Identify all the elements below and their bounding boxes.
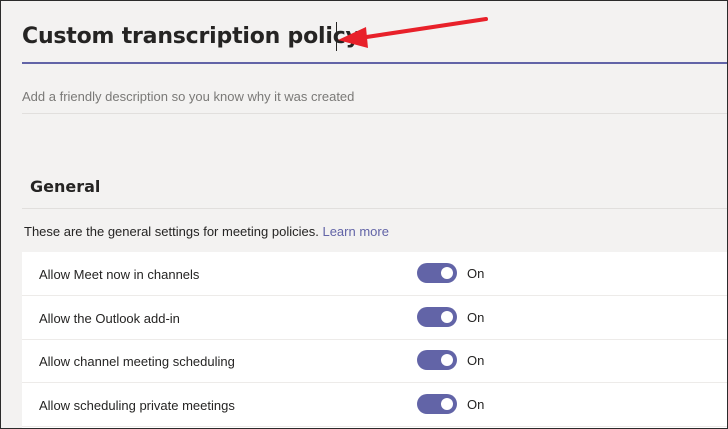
setting-label: Allow the Outlook add-in: [39, 311, 180, 326]
section-description-text: These are the general settings for meeti…: [24, 224, 319, 239]
section-title-general: General: [30, 177, 101, 196]
private-meetings-toggle[interactable]: [417, 394, 457, 414]
policy-name-text: Custom transcription policy: [22, 24, 360, 49]
setting-row-channel-scheduling: Allow channel meeting scheduling On: [22, 339, 728, 383]
outlook-addin-toggle[interactable]: [417, 307, 457, 327]
policy-description-placeholder: Add a friendly description so you know w…: [22, 89, 355, 104]
learn-more-link[interactable]: Learn more: [322, 224, 388, 239]
setting-label: Allow channel meeting scheduling: [39, 354, 235, 369]
toggle-state-label: On: [467, 310, 485, 325]
toggle-state-label: On: [467, 266, 485, 281]
toggle-knob: [441, 354, 453, 366]
toggle-state-label: On: [467, 353, 485, 368]
setting-label: Allow Meet now in channels: [39, 267, 200, 282]
toggle-knob: [441, 311, 453, 323]
channel-scheduling-toggle[interactable]: [417, 350, 457, 370]
setting-row-meet-now: Allow Meet now in channels On: [22, 252, 728, 296]
section-divider: [22, 208, 728, 209]
setting-label: Allow scheduling private meetings: [39, 398, 235, 413]
section-description: These are the general settings for meeti…: [24, 224, 389, 239]
toggle-knob: [441, 398, 453, 410]
settings-list: Allow Meet now in channels On Allow the …: [22, 252, 728, 429]
policy-description-field[interactable]: Add a friendly description so you know w…: [22, 86, 728, 114]
setting-row-private-meetings: Allow scheduling private meetings On: [22, 383, 728, 427]
toggle-state-label: On: [467, 397, 485, 412]
meet-now-toggle[interactable]: [417, 263, 457, 283]
toggle-knob: [441, 267, 453, 279]
setting-row-outlook-addin: Allow the Outlook add-in On: [22, 296, 728, 340]
annotation-arrow-icon: [338, 17, 488, 48]
